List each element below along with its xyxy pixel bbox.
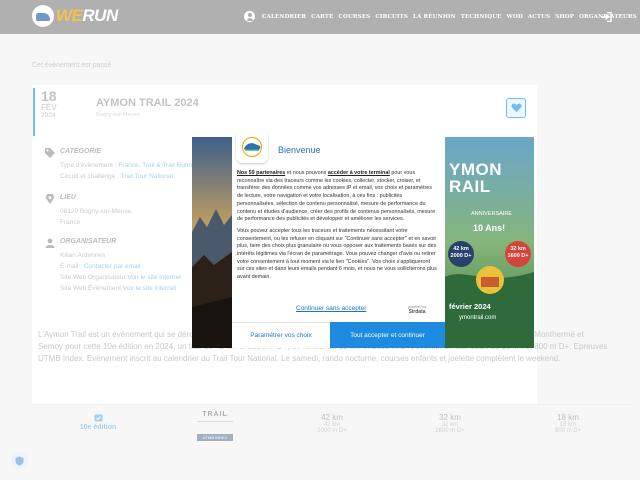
poster-10-ans: 10 Ans! [473, 223, 506, 233]
consent-text: Nos 59 partenaires et nous pouvons accéd… [237, 170, 437, 281]
poster-date: février 2024 [449, 302, 491, 311]
continue-without-accepting-link[interactable]: Continuer sans accepter [296, 305, 366, 312]
running-shoe-icon [242, 137, 262, 157]
customize-choices-button[interactable]: Paramétrer vos choix [232, 322, 330, 348]
consent-title: Bienvenue [278, 145, 321, 155]
consent-modal: YMON RAIL ANNIVERSAIRE 10 Ans! 42 km 2000… [192, 131, 534, 348]
poster-title: YMON RAIL [449, 160, 502, 196]
accept-all-button[interactable]: Tout accepter et continuer [330, 322, 445, 348]
powered-by-logo: powered by Sirdata [408, 305, 427, 315]
poster-anniversary: ANNIVERSAIRE [471, 211, 512, 217]
poster-badge-32: 32 km 1600 D+ [505, 241, 531, 267]
werun-modal-logo [236, 131, 268, 163]
consent-dialog: Bienvenue Nos 59 partenaires et nous pou… [232, 131, 445, 348]
modal-left-image [192, 137, 232, 348]
terminal-access-link[interactable]: accéder à votre terminal [328, 170, 390, 176]
partners-link[interactable]: Nos 59 partenaires [237, 170, 285, 176]
modal-right-poster: YMON RAIL ANNIVERSAIRE 10 Ans! 42 km 2000… [445, 137, 534, 348]
poster-badge-42: 42 km 2000 D+ [448, 241, 474, 267]
poster-url: ymontrail.com [459, 315, 497, 321]
